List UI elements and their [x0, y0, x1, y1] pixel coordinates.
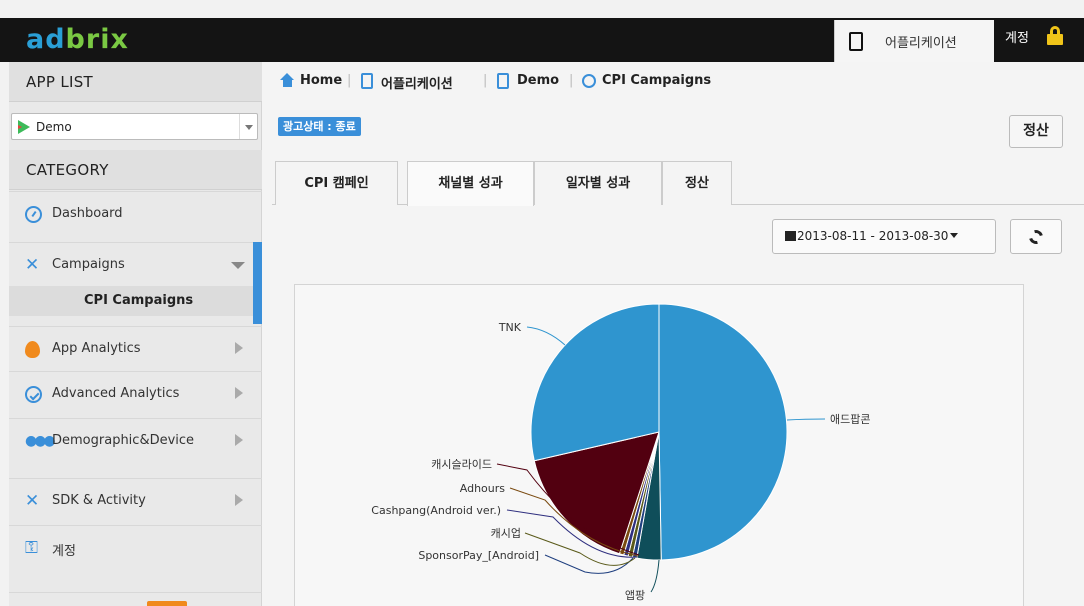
sidebar: APP LIST Demo CATEGORY Dashboard ✕ Campa…	[9, 62, 262, 606]
pie-label-channel: 앱팡	[625, 589, 645, 602]
active-indicator	[253, 242, 262, 324]
flame-icon	[25, 341, 40, 358]
breadcrumb-current: CPI Campaigns	[602, 73, 712, 88]
breadcrumb-demo[interactable]: Demo	[517, 73, 559, 88]
chevron-down-icon	[231, 262, 245, 269]
tab-cpi-campaign[interactable]: CPI 캠페인	[275, 161, 398, 205]
sidebar-item-account[interactable]: ⚿ 계정	[9, 525, 262, 569]
calendar-icon	[785, 231, 796, 241]
lock-icon[interactable]	[1047, 26, 1063, 45]
sidebar-item-campaigns[interactable]: ✕ Campaigns	[9, 242, 262, 286]
refresh-icon	[1026, 227, 1046, 247]
new-badge	[147, 601, 187, 606]
app-select-value: Demo	[36, 120, 72, 134]
pie-leader-line-sponsorpay-android	[544, 554, 634, 574]
people-icon: ●●●	[25, 433, 56, 449]
dashboard-icon	[25, 206, 42, 223]
keys-icon: ⚿	[25, 538, 38, 558]
breadcrumb-home[interactable]: Home	[300, 73, 342, 88]
top-application-tab[interactable]: 어플리케이션	[834, 20, 994, 62]
wrench-icon: ✕	[25, 491, 40, 511]
tab-daily-performance[interactable]: 일자별 성과	[534, 161, 662, 205]
breadcrumb-app[interactable]: 어플리케이션	[381, 73, 453, 92]
sidebar-item-app-analytics[interactable]: App Analytics	[9, 326, 262, 370]
tab-channel-performance[interactable]: 채널별 성과	[407, 161, 534, 206]
sidebar-item-demographic-device[interactable]: ●●● Demographic&Device	[9, 418, 262, 462]
sidebar-subitem-cpi-campaigns[interactable]: CPI Campaigns	[9, 286, 253, 316]
settle-button[interactable]: 정산	[1009, 115, 1063, 148]
chevron-right-icon	[235, 434, 243, 446]
sidebar-item-label: Campaigns	[52, 257, 125, 272]
breadcrumb: Home | 어플리케이션 | Demo | CPI Campaigns	[262, 62, 1084, 102]
category-header: CATEGORY	[9, 150, 262, 190]
sidebar-item-label: Advanced Analytics	[52, 386, 180, 401]
chevron-right-icon	[235, 342, 243, 354]
date-range-value: 2013-08-11 - 2013-08-30	[797, 229, 949, 243]
breadcrumb-separator: |	[483, 73, 488, 88]
caret-down-icon	[950, 233, 959, 238]
tablet-icon	[849, 32, 863, 51]
channel-pie-chart: 애드팝콘앱팡 SponsorPay_[Android] 캐시업 Cashpang(An…	[294, 284, 1024, 606]
chevron-right-icon	[235, 387, 243, 399]
sidebar-item-label: Demographic&Device	[52, 433, 195, 448]
sidebar-item-label: Dashboard	[52, 206, 123, 221]
top-bar: adbrix 어플리케이션 계정	[0, 0, 1084, 62]
sidebar-item-advanced-analytics[interactable]: Advanced Analytics	[9, 371, 262, 415]
pie-chart-svg: 애드팝콘앱팡 SponsorPay_[Android] 캐시업 Cashpang(An…	[371, 303, 870, 602]
pie-label-channel: 캐시슬라이드	[431, 458, 492, 471]
tab-bar: CPI 캠페인 채널별 성과 일자별 성과 정산	[272, 161, 1084, 206]
main-content: Home | 어플리케이션 | Demo | CPI Campaigns 광고상…	[262, 62, 1084, 606]
google-play-icon	[18, 120, 30, 134]
top-account-label[interactable]: 계정	[1005, 27, 1029, 46]
tab-settlement[interactable]: 정산	[662, 161, 732, 205]
pie-label-cashpang-android-ver: Cashpang(Android ver.)	[371, 504, 501, 517]
pie-label-tnk: TNK	[498, 321, 522, 334]
date-range-picker[interactable]: 2013-08-11 - 2013-08-30	[772, 219, 996, 254]
analytics-icon	[25, 386, 42, 403]
pie-label-adhours: Adhours	[460, 482, 506, 495]
refresh-button[interactable]	[1010, 219, 1062, 254]
sidebar-item-partial[interactable]	[9, 592, 262, 606]
pie-label-channel: 캐시업	[491, 527, 521, 540]
tablet-icon	[361, 73, 373, 89]
chevron-down-icon[interactable]	[239, 114, 257, 139]
pie-leader-line-channel	[786, 418, 826, 421]
pie-label-sponsorpay-android: SponsorPay_[Android]	[418, 549, 539, 562]
app-select-dropdown[interactable]: Demo	[11, 113, 258, 140]
sidebar-item-label: SDK & Activity	[52, 493, 146, 508]
pie-leader-line-tnk	[526, 326, 566, 346]
home-icon[interactable]	[280, 73, 295, 87]
top-application-tab-label: 어플리케이션	[885, 36, 957, 51]
clock-icon	[582, 74, 596, 88]
breadcrumb-separator: |	[347, 73, 352, 88]
tablet-icon	[497, 73, 509, 89]
adbrix-logo[interactable]: adbrix	[26, 24, 129, 55]
chevron-right-icon	[235, 494, 243, 506]
sidebar-item-label: 계정	[52, 544, 76, 559]
pie-leader-line-channel	[650, 559, 660, 593]
sidebar-item-sdk-activity[interactable]: ✕ SDK & Activity	[9, 478, 262, 522]
wrench-icon: ✕	[25, 255, 40, 275]
sidebar-item-dashboard[interactable]: Dashboard	[9, 191, 262, 235]
breadcrumb-separator: |	[569, 73, 574, 88]
pie-slice-channel[interactable]	[658, 303, 788, 561]
app-list-header: APP LIST	[9, 62, 262, 102]
status-badge: 광고상태 : 종료	[278, 117, 361, 136]
sidebar-item-label: App Analytics	[52, 341, 141, 356]
pie-label-channel: 애드팝콘	[830, 413, 870, 426]
